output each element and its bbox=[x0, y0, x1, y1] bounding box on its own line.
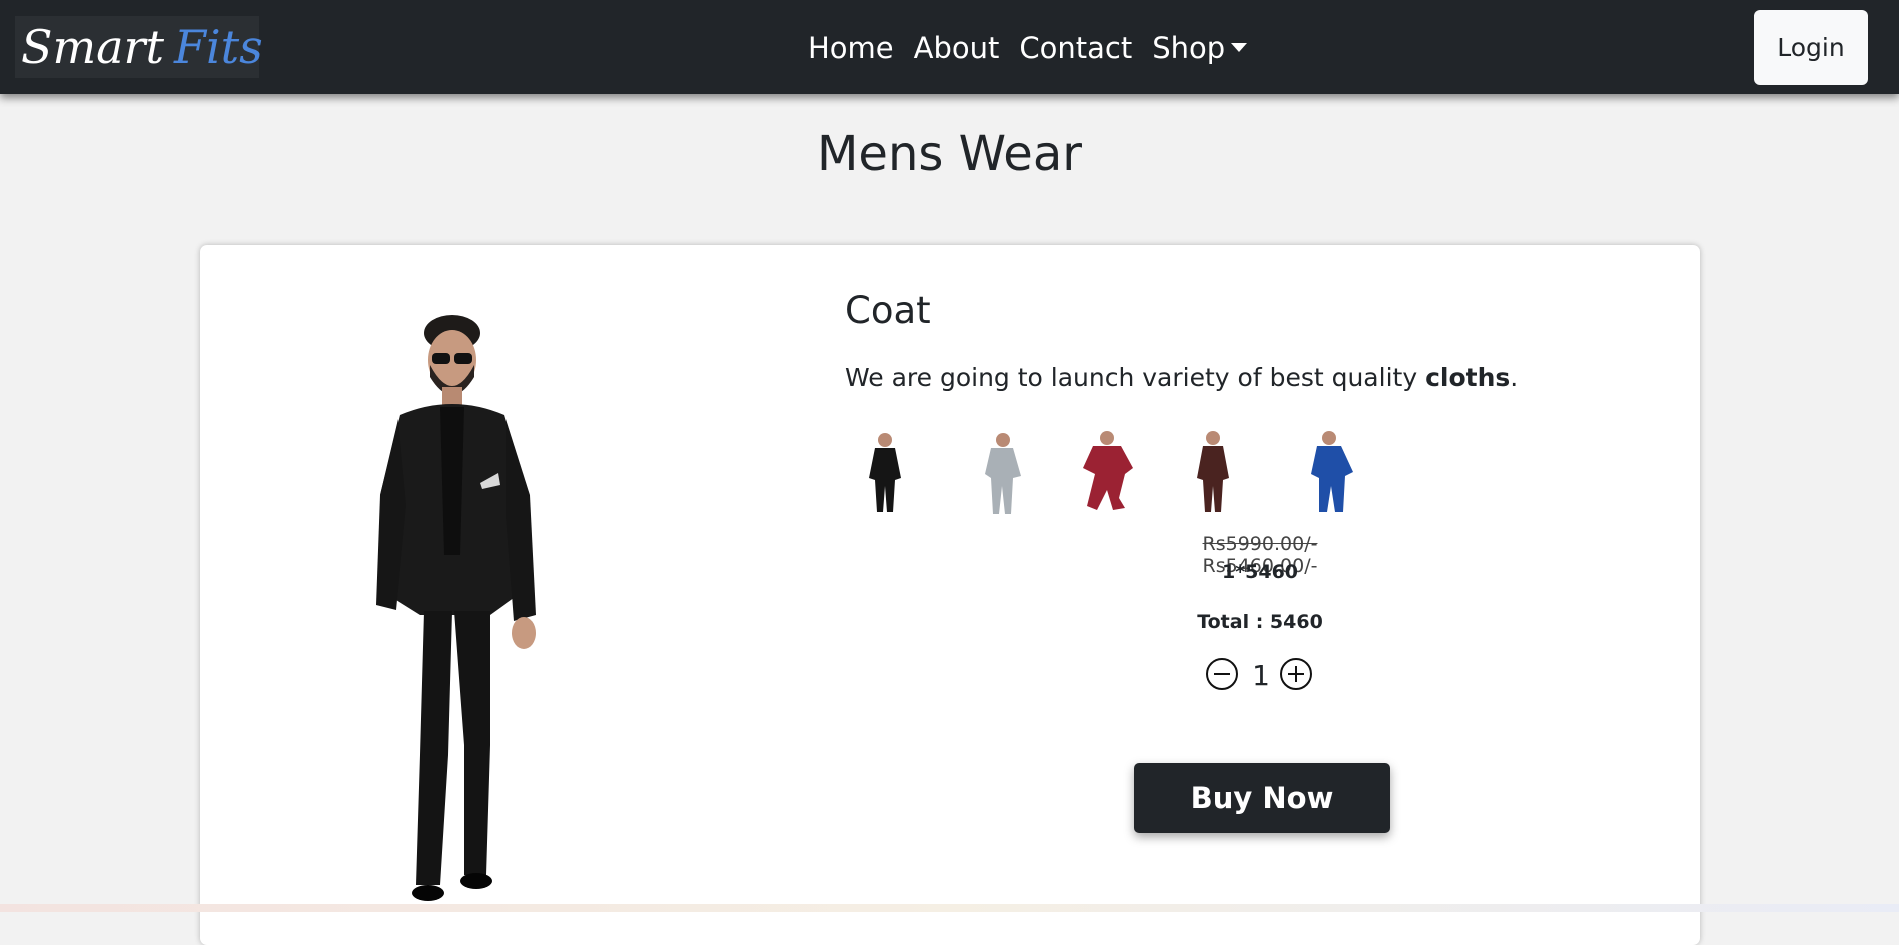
total-price: Total : 5460 bbox=[1197, 611, 1323, 633]
thumbnail-blue-suit[interactable] bbox=[1291, 428, 1371, 518]
minus-circle-icon[interactable] bbox=[1205, 657, 1239, 691]
product-description: We are going to launch variety of best q… bbox=[845, 363, 1518, 392]
caret-down-icon bbox=[1231, 42, 1248, 52]
nav-dropdown-shop[interactable]: Shop bbox=[1152, 31, 1248, 65]
product-title: Coat bbox=[845, 289, 931, 332]
brand-word-smart: Smart bbox=[21, 20, 165, 74]
plus-circle-icon[interactable] bbox=[1279, 657, 1313, 691]
nav-link-home[interactable]: Home bbox=[808, 31, 894, 65]
nav-links: Home About Contact Shop bbox=[808, 28, 1248, 68]
navbar: Smart Fits Home About Contact Shop Login bbox=[0, 0, 1899, 94]
brand-logo[interactable]: Smart Fits bbox=[15, 16, 263, 78]
old-price: Rs5990.00/- bbox=[1202, 533, 1318, 555]
brand-word-fits: Fits bbox=[174, 20, 263, 74]
description-suffix: . bbox=[1510, 363, 1519, 392]
product-main-image bbox=[340, 315, 560, 905]
buy-now-button[interactable]: Buy Now bbox=[1134, 763, 1390, 833]
thumbnail-grey-suit[interactable] bbox=[961, 428, 1041, 518]
login-button[interactable]: Login bbox=[1754, 10, 1868, 85]
thumbnail-black-suit[interactable] bbox=[845, 428, 925, 518]
quantity-stepper: 1 bbox=[1205, 657, 1315, 697]
price-calculation: 1*5460 bbox=[1221, 561, 1299, 583]
thumbnail-maroon-suit[interactable] bbox=[1067, 428, 1147, 518]
nav-link-shop: Shop bbox=[1152, 31, 1226, 65]
product-card: Coat We are going to launch variety of b… bbox=[200, 245, 1700, 945]
quantity-value: 1 bbox=[1252, 659, 1270, 692]
thumbnail-brown-suit[interactable] bbox=[1173, 428, 1253, 518]
nav-link-contact[interactable]: Contact bbox=[1019, 31, 1132, 65]
nav-link-about[interactable]: About bbox=[914, 31, 1000, 65]
product-thumbnails bbox=[845, 428, 1585, 528]
page-title: Mens Wear bbox=[817, 126, 1082, 182]
description-bold-text: cloths bbox=[1425, 363, 1511, 392]
bottom-strip bbox=[0, 904, 1899, 912]
description-text: We are going to launch variety of best q… bbox=[845, 363, 1426, 392]
